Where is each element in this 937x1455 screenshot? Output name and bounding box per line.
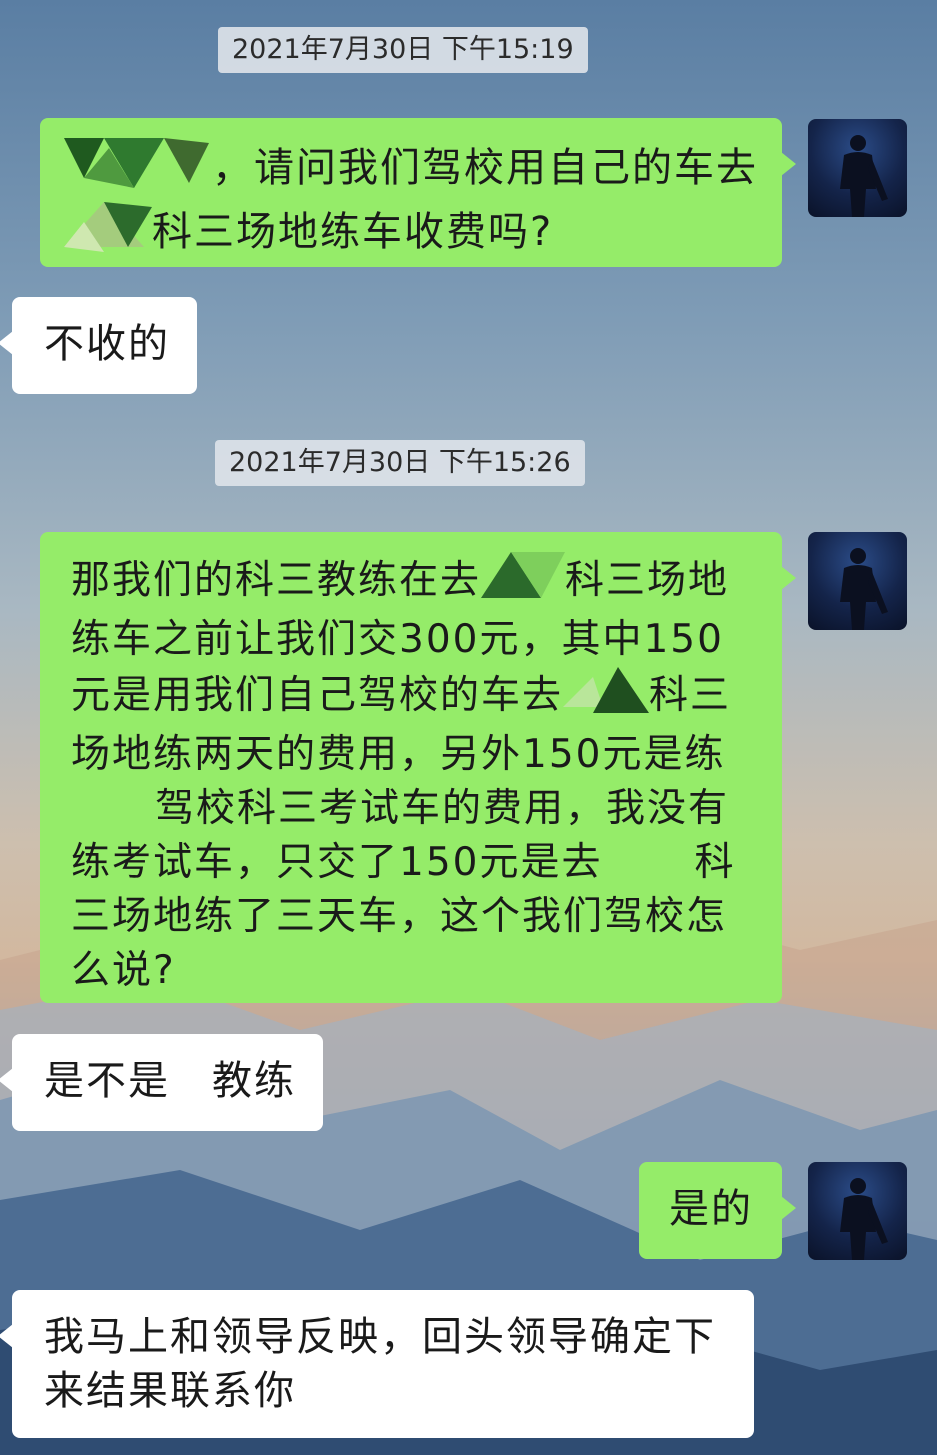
timestamp: 2021年7月30日 下午15:26 — [215, 440, 585, 486]
message-line: 练车之前让我们交300元，其中150 — [71, 617, 724, 662]
received-message-bubble[interactable]: 是不是 教练 — [0, 1034, 323, 1131]
received-message-bubble[interactable]: 不收的 — [0, 297, 197, 394]
message-line: 场地练两天的费用，另外150元是练 — [71, 732, 726, 777]
message-line: ，请问我们驾校用自己的车去 — [64, 138, 758, 202]
message-text: 那我们的科三教练在去 — [71, 558, 482, 603]
message-text: 科三 — [649, 673, 732, 718]
message-line: 我马上和领导反映，回头领导确定下 — [44, 1314, 716, 1360]
user-avatar[interactable] — [808, 532, 907, 630]
message-text: 练考试车，只交了150元是去 — [71, 840, 603, 885]
redaction-mosaic-icon — [64, 202, 152, 266]
message-text: 科三场地练车收费吗? — [152, 209, 554, 255]
person-silhouette-icon — [840, 135, 888, 217]
message-line: 元是用我们自己驾校的车去 科三 — [71, 667, 758, 728]
person-silhouette-icon — [840, 1178, 888, 1260]
received-message-bubble[interactable]: 我马上和领导反映，回头领导确定下 来结果联系你 — [0, 1290, 754, 1438]
sent-message-bubble[interactable]: ，请问我们驾校用自己的车去 科三场地练车收费吗? — [40, 118, 796, 267]
person-silhouette-icon — [840, 548, 888, 630]
message-text: 科 — [694, 840, 736, 885]
message-text: 教练 — [212, 1058, 296, 1104]
message-text: 科三场地 — [565, 558, 730, 603]
sent-message-bubble[interactable]: 那我们的科三教练在去 科三场地 练车之前让我们交300元，其中150 元是用我们自… — [40, 532, 796, 1003]
message-line: 练考试车，只交了150元是去 科 — [71, 836, 758, 890]
user-avatar[interactable] — [808, 119, 907, 217]
message-text: ，请问我们驾校用自己的车去 — [212, 145, 758, 191]
message-text: 不收的 — [44, 321, 170, 367]
redaction-mosaic-icon — [563, 667, 650, 728]
user-avatar[interactable] — [808, 1162, 907, 1260]
redaction-mosaic-icon — [64, 138, 212, 202]
timestamp: 2021年7月30日 下午15:19 — [218, 27, 588, 73]
message-line: 么说? — [71, 948, 176, 993]
message-line: 来结果联系你 — [44, 1368, 296, 1414]
message-line: 那我们的科三教练在去 科三场地 — [71, 552, 758, 613]
message-text: 是的 — [669, 1186, 753, 1232]
message-text: 元是用我们自己驾校的车去 — [71, 673, 564, 718]
message-line: 三场地练了三天车，这个我们驾校怎 — [71, 894, 728, 939]
sent-message-bubble[interactable]: 是的 — [639, 1162, 796, 1259]
message-text: 是不是 — [44, 1058, 170, 1104]
message-line: 驾校科三考试车的费用，我没有 — [155, 786, 730, 831]
redaction-mosaic-icon — [481, 552, 566, 613]
message-line: 科三场地练车收费吗? — [64, 202, 758, 266]
